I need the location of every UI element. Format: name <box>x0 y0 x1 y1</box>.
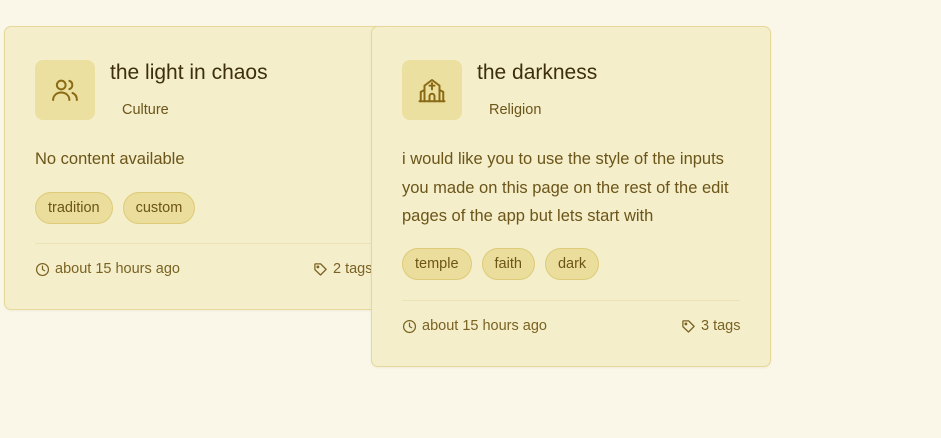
tag-chip[interactable]: dark <box>544 248 600 280</box>
tag-chip[interactable]: faith <box>481 248 535 280</box>
updated-time-text: about 15 hours ago <box>422 318 547 334</box>
category-label: Culture <box>122 102 169 118</box>
tag-chip[interactable]: custom <box>122 192 196 224</box>
cards-stage: the light in chaos Culture No content av… <box>0 0 941 438</box>
updated-time: about 15 hours ago <box>402 318 547 334</box>
tag-count: 3 tags <box>681 318 741 334</box>
tag-list: temple faith dark <box>402 248 600 280</box>
entry-card-the-darkness[interactable]: the darkness Religion i would like you t… <box>371 26 771 367</box>
church-icon <box>418 79 446 103</box>
card-title[interactable]: the darkness <box>477 61 597 85</box>
users-icon <box>52 79 78 101</box>
tag-count-text: 3 tags <box>701 318 741 334</box>
category-icon-box <box>35 60 95 120</box>
clock-icon <box>35 262 50 276</box>
updated-time: about 15 hours ago <box>35 261 180 277</box>
tag-icon <box>682 319 695 333</box>
tag-count: 2 tags <box>313 261 373 277</box>
divider <box>35 243 375 244</box>
clock-icon <box>402 319 417 333</box>
category-icon-box <box>402 60 462 120</box>
tag-count-text: 2 tags <box>333 261 373 277</box>
updated-time-text: about 15 hours ago <box>55 261 180 277</box>
tag-icon <box>314 262 327 276</box>
card-content: i would like you to use the style of the… <box>402 150 729 225</box>
category-label: Religion <box>489 102 542 118</box>
divider <box>402 300 740 301</box>
card-content: No content available <box>35 150 185 168</box>
tag-chip[interactable]: tradition <box>35 192 113 224</box>
card-title[interactable]: the light in chaos <box>110 61 268 85</box>
tag-list: tradition custom <box>35 192 196 224</box>
tag-chip[interactable]: temple <box>402 248 472 280</box>
entry-card-light-in-chaos[interactable]: the light in chaos Culture No content av… <box>4 26 402 310</box>
